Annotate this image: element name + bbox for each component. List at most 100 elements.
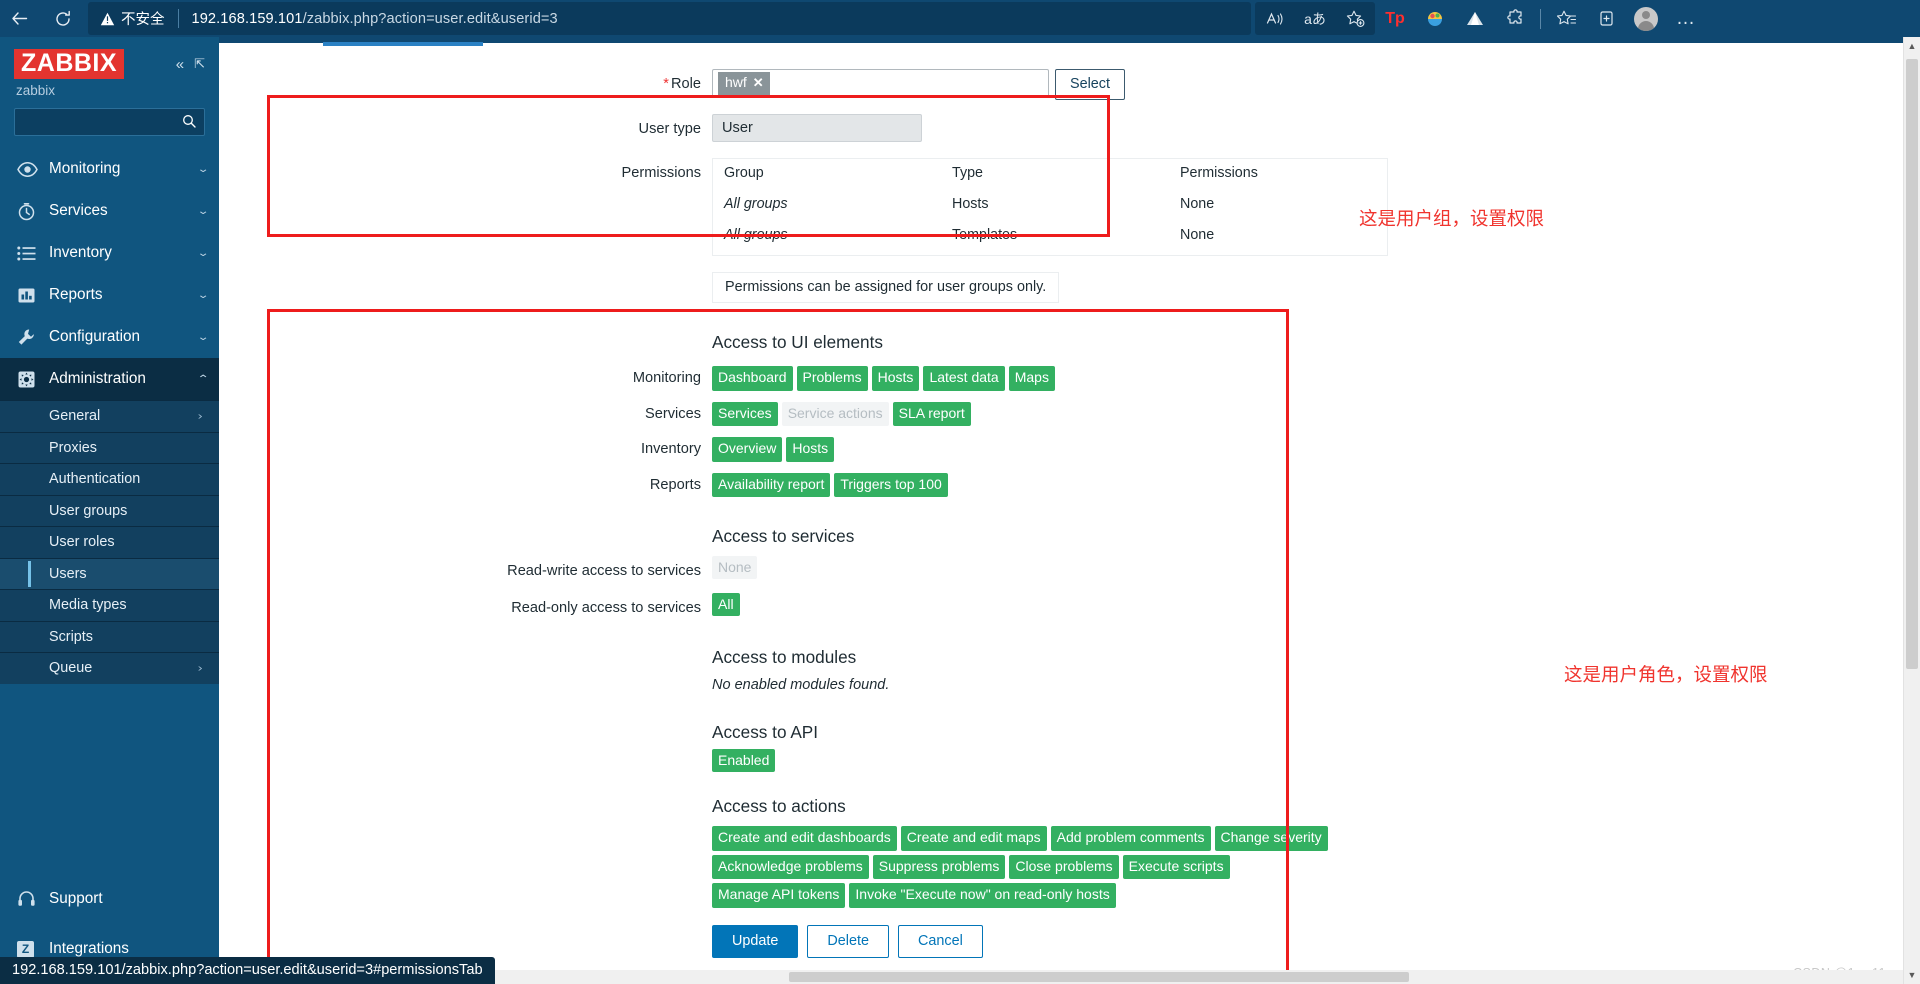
puzzle-extensions-icon[interactable] [1495, 2, 1535, 35]
action-tag[interactable]: Change severity [1214, 826, 1328, 851]
sidebar-item-user-roles[interactable]: User roles [0, 526, 219, 558]
action-tag[interactable]: Manage API tokens [712, 883, 846, 908]
chevron-up-icon: ⌃ [196, 373, 210, 385]
cancel-button[interactable]: Cancel [898, 924, 983, 959]
read-only-value[interactable]: All [712, 593, 740, 617]
permissions-table: Group Type Permissions All groups Hosts … [712, 158, 1388, 257]
read-aloud-icon[interactable] [1255, 2, 1295, 35]
favorites-icon[interactable] [1546, 2, 1586, 35]
chevron-down-icon: ⌄ [196, 205, 210, 217]
role-multiselect[interactable]: hwf ✕ [712, 69, 1049, 98]
user-type-row: User type User [219, 114, 1920, 144]
translate-icon[interactable]: aあ [1295, 2, 1335, 35]
actions-title-wrap: Access to actions Create and edit dashbo… [712, 796, 1920, 908]
action-tag[interactable]: Close problems [1009, 854, 1119, 880]
hide-sidebar-icon[interactable]: ⇱ [194, 57, 205, 72]
action-tag[interactable]: Suppress problems [872, 854, 1006, 880]
ui-tag[interactable]: Availability report [712, 472, 831, 498]
reload-icon[interactable] [44, 3, 82, 35]
sidebar-item-media-types[interactable]: Media types [0, 589, 219, 621]
search-box[interactable] [14, 108, 205, 136]
action-tag[interactable]: Create and edit dashboards [712, 826, 897, 851]
api-enabled-tag[interactable]: Enabled [712, 749, 776, 773]
ui-tag[interactable]: Hosts [871, 366, 920, 391]
browser-toolbar: 不安全 192.168.159.101/zabbix.php?action=us… [0, 0, 1920, 37]
search-input[interactable] [23, 114, 182, 130]
back-arrow-icon[interactable] [0, 3, 38, 35]
read-write-row: Read-write access to services None [219, 556, 1920, 583]
table-row: All groups Hosts None [713, 187, 1387, 218]
ui-tag[interactable]: Hosts [786, 437, 835, 462]
ui-tag[interactable]: Maps [1008, 366, 1055, 391]
sidebar-item-monitoring[interactable]: Monitoring ⌄ [0, 148, 219, 190]
ui-tag[interactable]: SLA report [892, 401, 971, 427]
horizontal-scroll-thumb[interactable] [789, 972, 1409, 982]
vertical-scroll-thumb[interactable] [1906, 59, 1918, 669]
actions-tag-row: Create and edit dashboards Create and ed… [712, 826, 1920, 851]
search-icon[interactable] [182, 114, 196, 131]
tp-extension-icon[interactable]: Tp [1375, 2, 1415, 35]
select-role-button[interactable]: Select [1055, 69, 1125, 101]
security-warning[interactable]: 不安全 [100, 8, 165, 29]
sidebar-item-queue[interactable]: Queue › [0, 652, 219, 684]
chevron-down-icon: ⌄ [196, 163, 210, 175]
update-button[interactable]: Update [712, 924, 799, 959]
collections-icon[interactable] [1586, 2, 1626, 35]
ui-tag[interactable]: Services [712, 401, 778, 427]
submenu-label: Media types [49, 597, 127, 614]
sidebar-item-services[interactable]: Services ⌄ [0, 190, 219, 232]
action-tag[interactable]: Add problem comments [1050, 826, 1211, 851]
sidebar-item-inventory[interactable]: Inventory ⌄ [0, 232, 219, 274]
sidebar-nav: Monitoring ⌄ Services ⌄ Inventory ⌄ Repo… [0, 148, 219, 874]
settings-more-icon[interactable]: … [1666, 2, 1706, 35]
action-tag[interactable]: Acknowledge problems [712, 854, 869, 880]
submenu-label: Authentication [49, 471, 141, 488]
warning-triangle-icon [100, 12, 115, 26]
close-icon[interactable]: ✕ [753, 75, 764, 91]
vertical-scrollbar[interactable]: ▲ ▼ [1903, 37, 1920, 984]
zabbix-sidebar: ZABBIX « ⇱ zabbix Monitoring ⌄ Services … [0, 37, 219, 984]
profile-avatar[interactable] [1626, 2, 1666, 35]
ui-tag[interactable]: Triggers top 100 [834, 472, 948, 498]
list-icon [17, 246, 43, 261]
sidebar-item-label: Integrations [49, 940, 129, 957]
sidebar-item-users[interactable]: Users [0, 557, 219, 589]
section-title-api: Access to API [712, 722, 819, 743]
sidebar-item-support[interactable]: Support [0, 874, 219, 924]
section-title-actions: Access to actions [712, 796, 846, 817]
address-bar[interactable]: 不安全 192.168.159.101/zabbix.php?action=us… [88, 2, 1251, 35]
sidebar-item-administration[interactable]: Administration ⌃ [0, 358, 219, 400]
gear-icon [17, 370, 43, 389]
collapse-sidebar-icon[interactable]: « [176, 57, 184, 72]
chevron-down-icon: ⌄ [196, 331, 210, 343]
sidebar-item-proxies[interactable]: Proxies [0, 431, 219, 463]
api-access-section: Access to API Enabled [219, 722, 1920, 773]
action-tag[interactable]: Execute scripts [1122, 854, 1230, 880]
role-chip[interactable]: hwf ✕ [718, 72, 770, 95]
sidebar-item-authentication[interactable]: Authentication [0, 463, 219, 495]
ui-tag[interactable]: Problems [796, 366, 868, 391]
role-chip-label: hwf [725, 74, 747, 91]
zabbix-logo[interactable]: ZABBIX [14, 49, 125, 79]
role-row: * Role hwf ✕ Select [219, 69, 1920, 101]
action-tag[interactable]: Create and edit maps [900, 826, 1047, 851]
ui-group-tags: Availability report Triggers top 100 [712, 472, 1920, 498]
add-favorite-icon[interactable] [1335, 2, 1375, 35]
delete-button[interactable]: Delete [807, 924, 890, 959]
sidebar-item-scripts[interactable]: Scripts [0, 620, 219, 652]
security-label: 不安全 [121, 12, 165, 28]
mountain-extension-icon[interactable] [1455, 2, 1495, 35]
scroll-up-icon[interactable]: ▲ [1904, 37, 1920, 55]
sidebar-item-reports[interactable]: Reports ⌄ [0, 274, 219, 316]
action-tag[interactable]: Invoke "Execute now" on read-only hosts [849, 883, 1116, 908]
ui-tag[interactable]: Latest data [923, 366, 1005, 391]
colorful-extension-icon[interactable] [1415, 2, 1455, 35]
ui-tag[interactable]: Overview [712, 437, 783, 462]
scroll-down-icon[interactable]: ▼ [1904, 966, 1920, 984]
bar-chart-icon [17, 286, 43, 305]
read-only-value-wrap: All [712, 593, 1920, 617]
ui-tag[interactable]: Dashboard [712, 366, 793, 391]
sidebar-item-configuration[interactable]: Configuration ⌄ [0, 316, 219, 358]
sidebar-item-user-groups[interactable]: User groups [0, 494, 219, 526]
sidebar-item-general[interactable]: General › [0, 400, 219, 432]
